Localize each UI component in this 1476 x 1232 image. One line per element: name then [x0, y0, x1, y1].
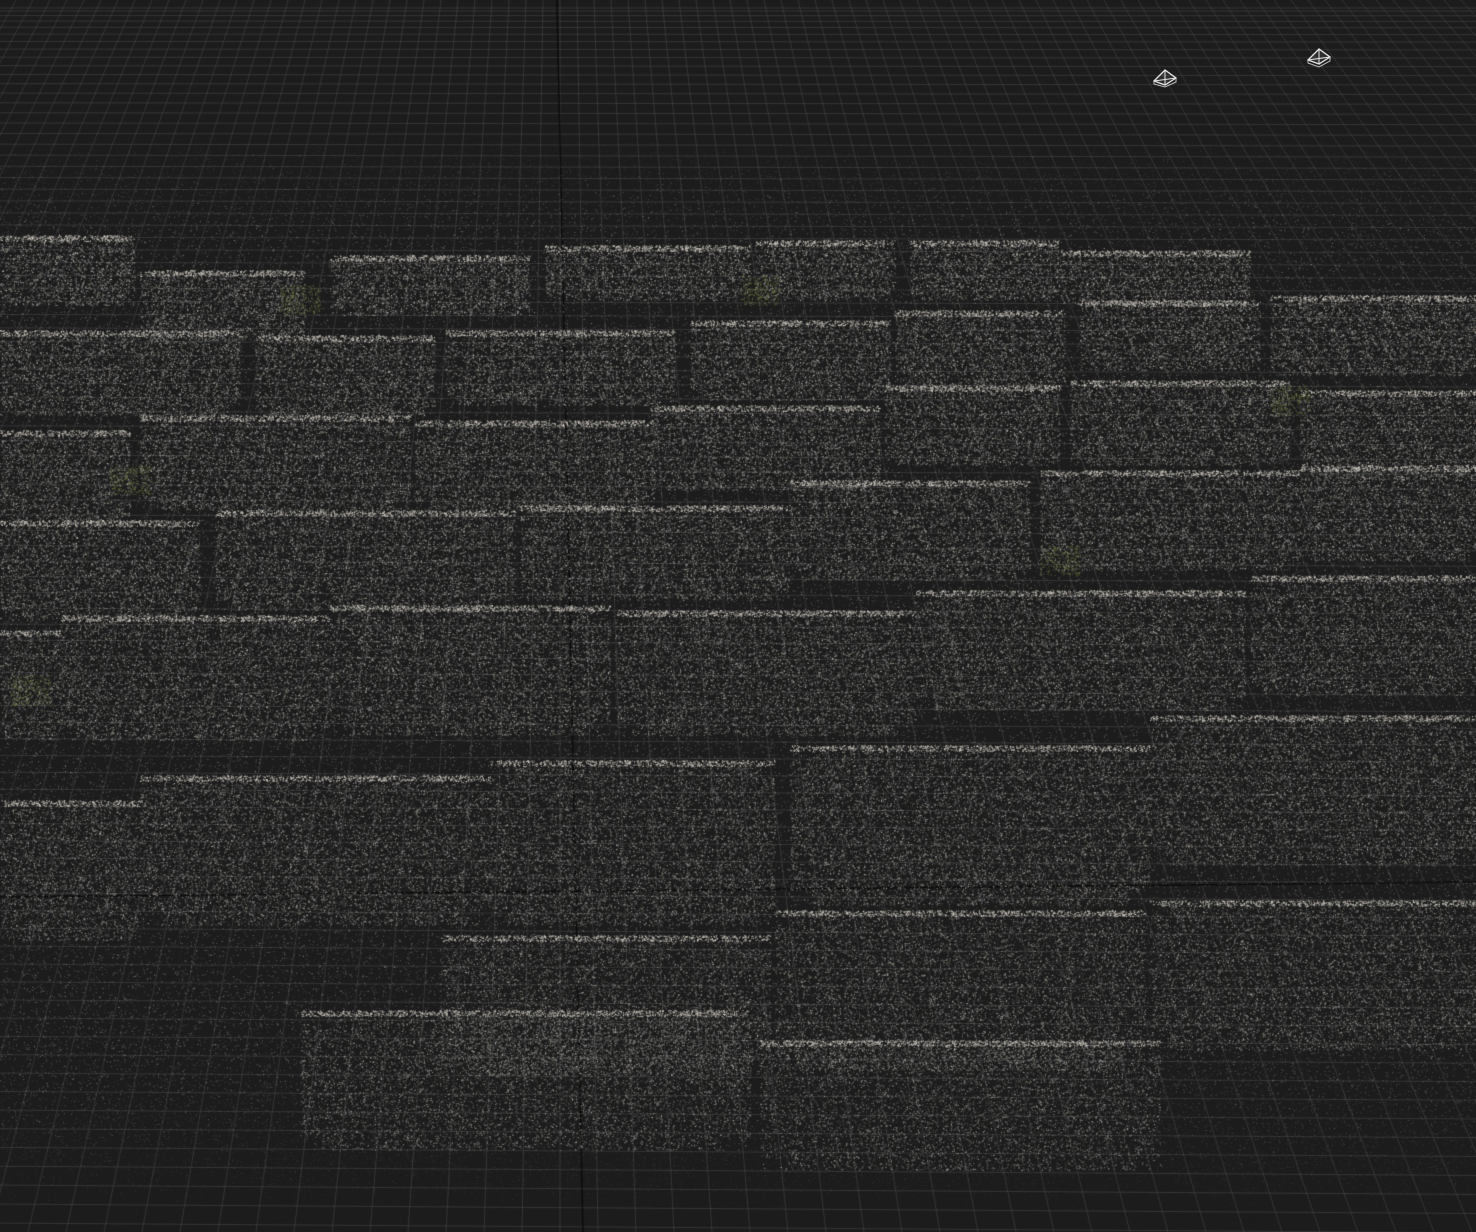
- point-cloud-canvas[interactable]: [0, 0, 1476, 1232]
- 3d-viewport[interactable]: [0, 0, 1476, 1232]
- camera-frustum-icon[interactable]: [1151, 66, 1179, 88]
- camera-frustum-icon[interactable]: [1305, 46, 1333, 68]
